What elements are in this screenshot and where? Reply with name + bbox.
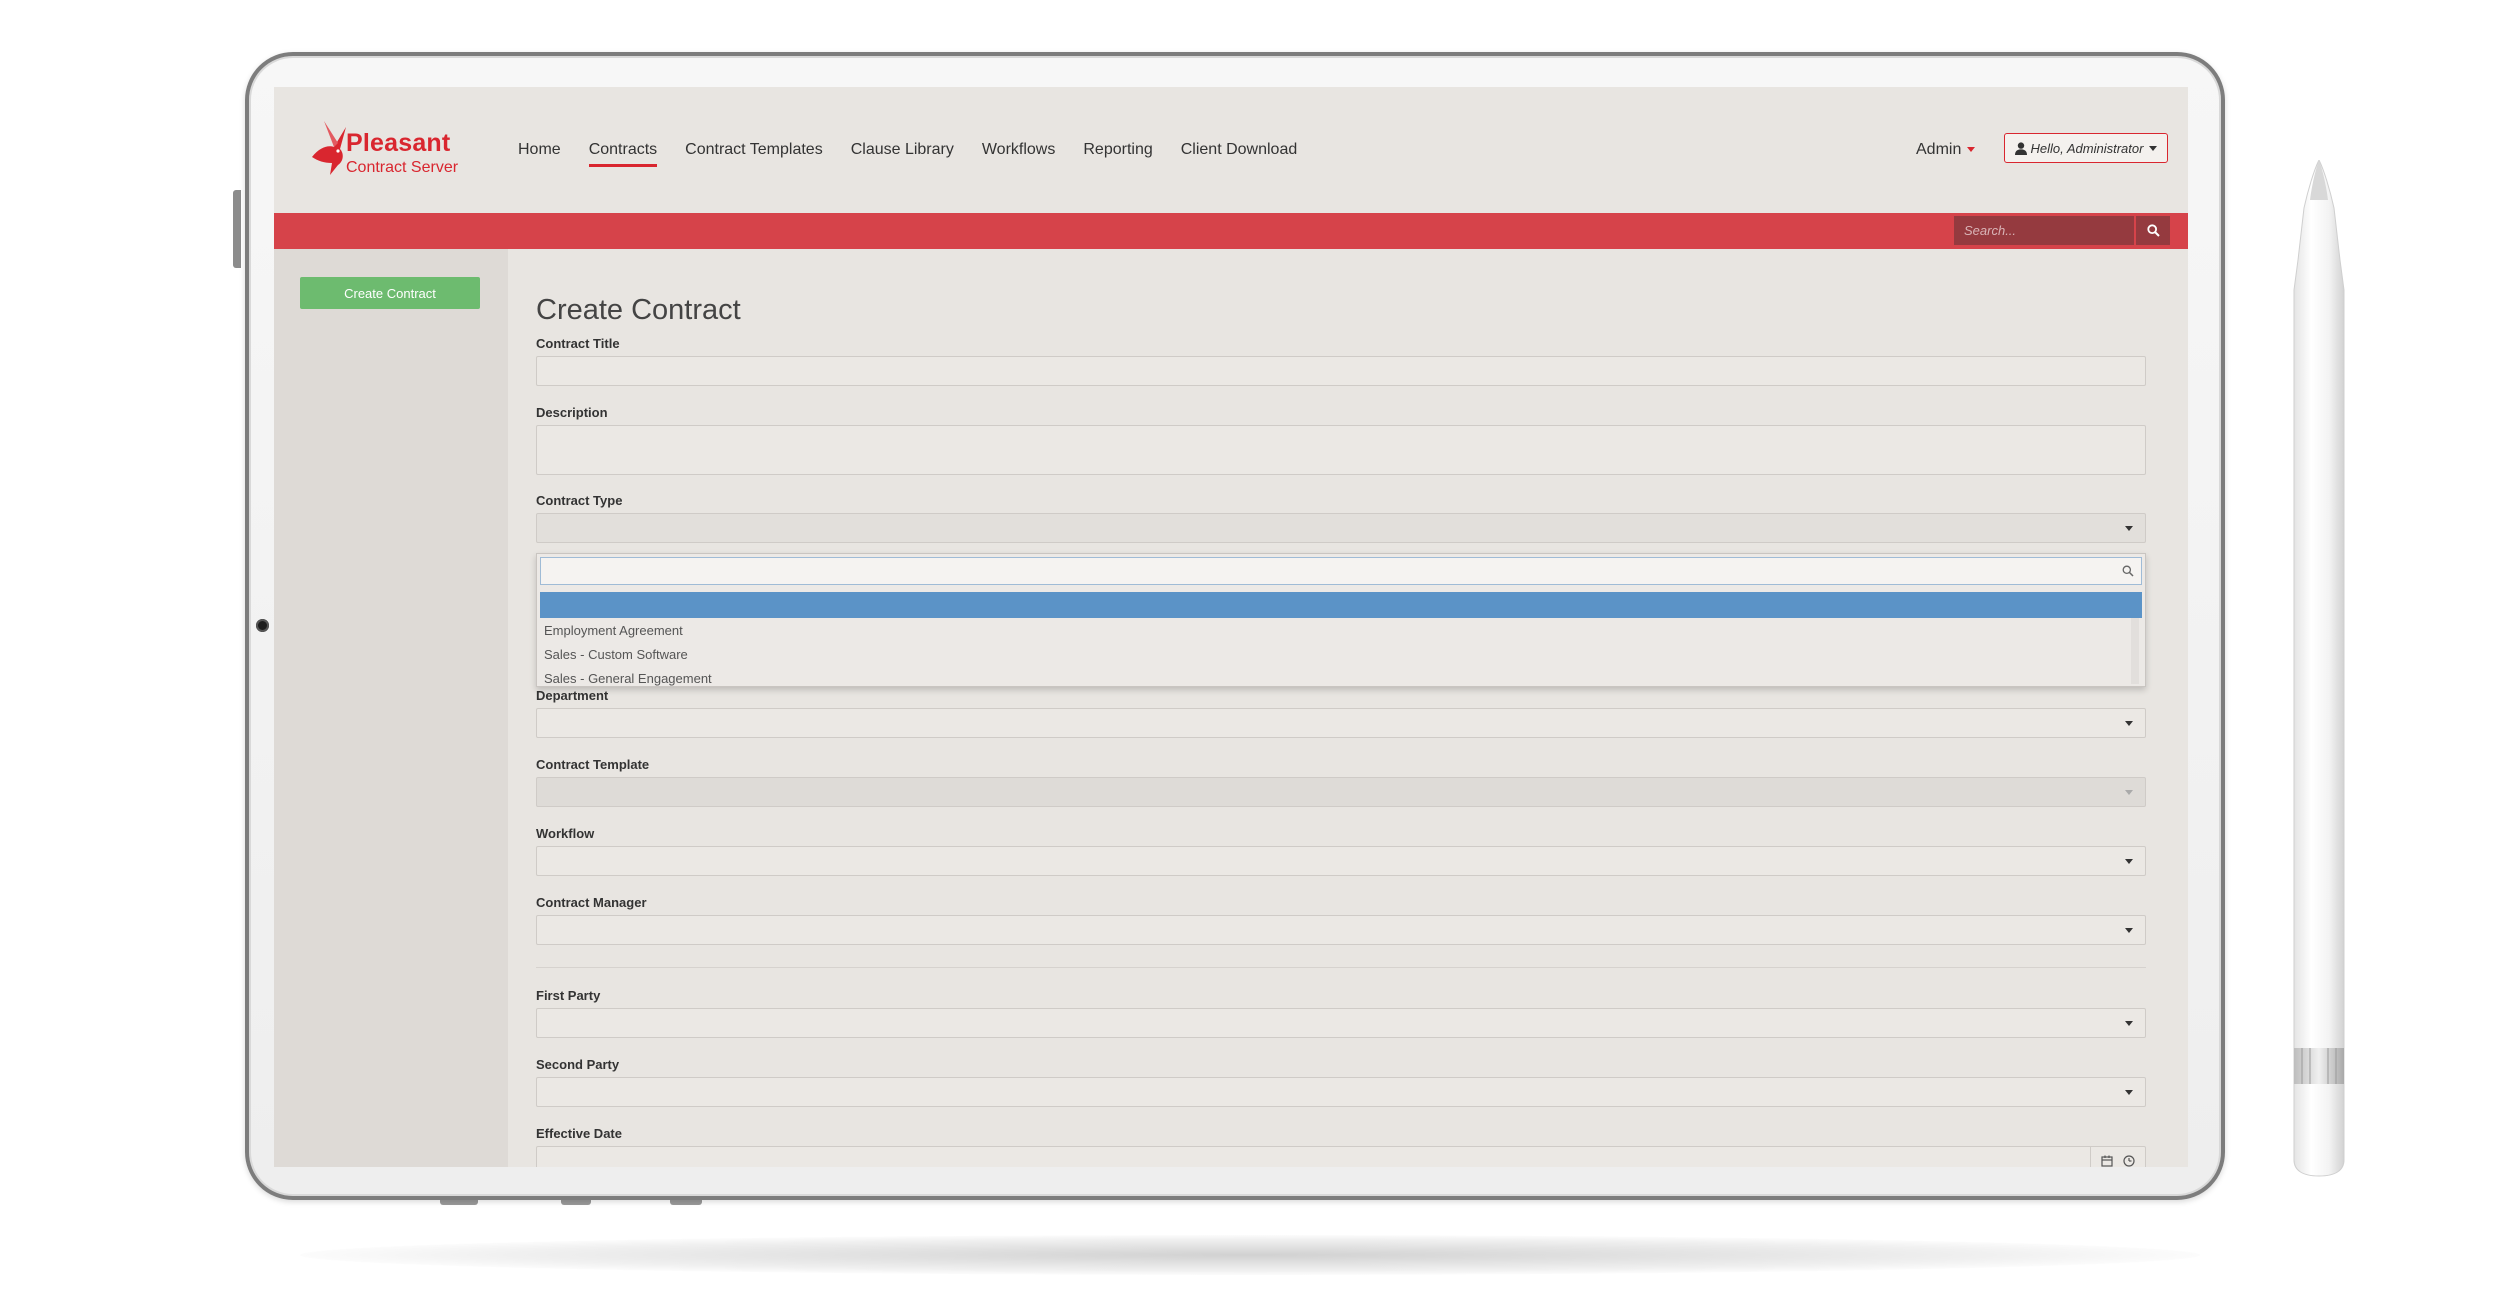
chevron-down-icon xyxy=(2125,1021,2133,1026)
brand-subtitle: Contract Server xyxy=(346,159,459,176)
nav-item-contracts[interactable]: Contracts xyxy=(588,141,658,167)
first-party-select[interactable] xyxy=(536,1008,2146,1038)
app-screen: Pleasant Contract Server Home Contracts … xyxy=(274,87,2188,1167)
nav-item-workflows[interactable]: Workflows xyxy=(982,141,1056,159)
admin-menu-label: Admin xyxy=(1916,141,1962,158)
contract-type-dropdown: Employment Agreement Sales - Custom Soft… xyxy=(536,553,2146,687)
page-title: Create Contract xyxy=(536,294,741,326)
device-camera xyxy=(256,619,269,632)
contract-manager-select[interactable] xyxy=(536,915,2146,945)
dropdown-search-input[interactable] xyxy=(540,557,2142,585)
device-side-button xyxy=(233,190,241,268)
date-picker-buttons xyxy=(2090,1147,2145,1167)
search-icon xyxy=(2122,565,2134,577)
device-shadow xyxy=(300,1235,2200,1275)
chevron-down-icon xyxy=(2125,721,2133,726)
sidebar: Create Contract xyxy=(274,249,508,1167)
workflow-select[interactable] xyxy=(536,846,2146,876)
user-icon xyxy=(2014,141,2027,155)
user-menu-label: Hello, Administrator xyxy=(2030,140,2144,156)
dropdown-option-sales-custom-software[interactable]: Sales - Custom Software xyxy=(544,647,688,662)
contract-title-label: Contract Title xyxy=(536,336,620,351)
search-input[interactable] xyxy=(1954,216,2134,245)
create-contract-button[interactable]: Create Contract xyxy=(300,277,480,309)
nav-item-client-download[interactable]: Client Download xyxy=(1181,141,1298,159)
chevron-down-icon xyxy=(2149,145,2158,151)
contract-type-label: Contract Type xyxy=(536,493,623,508)
department-select[interactable] xyxy=(536,708,2146,738)
contract-type-select[interactable] xyxy=(536,513,2146,543)
chevron-down-icon xyxy=(2125,928,2133,933)
search-bar-strip xyxy=(274,213,2188,249)
chevron-down-icon xyxy=(2125,790,2133,795)
second-party-label: Second Party xyxy=(536,1057,620,1072)
chevron-down-icon xyxy=(2125,526,2133,531)
contract-template-label: Contract Template xyxy=(536,757,650,772)
app-header: Pleasant Contract Server Home Contracts … xyxy=(274,87,2188,213)
chevron-down-icon xyxy=(1967,147,1976,153)
chevron-down-icon xyxy=(2125,859,2133,864)
dropdown-option-empty[interactable] xyxy=(540,592,2142,618)
description-textarea[interactable] xyxy=(536,425,2146,475)
form-divider xyxy=(536,967,2146,968)
nav-item-home[interactable]: Home xyxy=(518,141,561,159)
first-party-label: First Party xyxy=(536,988,601,1003)
search-button[interactable] xyxy=(2136,216,2170,245)
user-menu-button[interactable]: Hello, Administrator xyxy=(2004,133,2168,163)
dropdown-option-employment-agreement[interactable]: Employment Agreement xyxy=(544,623,683,638)
effective-date-input[interactable] xyxy=(536,1146,2146,1167)
admin-menu[interactable]: Admin xyxy=(1916,141,1976,159)
chevron-down-icon xyxy=(2125,1090,2133,1095)
clock-icon[interactable] xyxy=(2123,1155,2135,1167)
effective-date-label: Effective Date xyxy=(536,1126,622,1141)
nav-item-clause-library[interactable]: Clause Library xyxy=(851,141,954,159)
contract-title-input[interactable] xyxy=(536,356,2146,386)
workflow-label: Workflow xyxy=(536,826,595,841)
nav-item-contract-templates[interactable]: Contract Templates xyxy=(685,141,823,159)
brand-logo[interactable]: Pleasant Contract Server xyxy=(302,107,458,185)
brand-name: Pleasant xyxy=(346,129,451,157)
description-label: Description xyxy=(536,405,608,420)
stylus-pencil xyxy=(2293,160,2345,1177)
contract-manager-label: Contract Manager xyxy=(536,895,647,910)
dropdown-option-sales-general-engagement[interactable]: Sales - General Engagement xyxy=(544,671,712,686)
department-label: Department xyxy=(536,688,609,703)
dropdown-scrollbar[interactable] xyxy=(2131,618,2139,684)
search-icon xyxy=(2146,224,2160,237)
calendar-icon[interactable] xyxy=(2101,1155,2113,1167)
contract-template-select[interactable] xyxy=(536,777,2146,807)
main-content: Create Contract Contract Title Descripti… xyxy=(508,249,2174,1167)
nav-item-reporting[interactable]: Reporting xyxy=(1083,141,1152,159)
main-nav: Home Contracts Contract Templates Clause… xyxy=(518,141,1325,167)
second-party-select[interactable] xyxy=(536,1077,2146,1107)
stage: Pleasant Contract Server Home Contracts … xyxy=(0,0,2501,1301)
